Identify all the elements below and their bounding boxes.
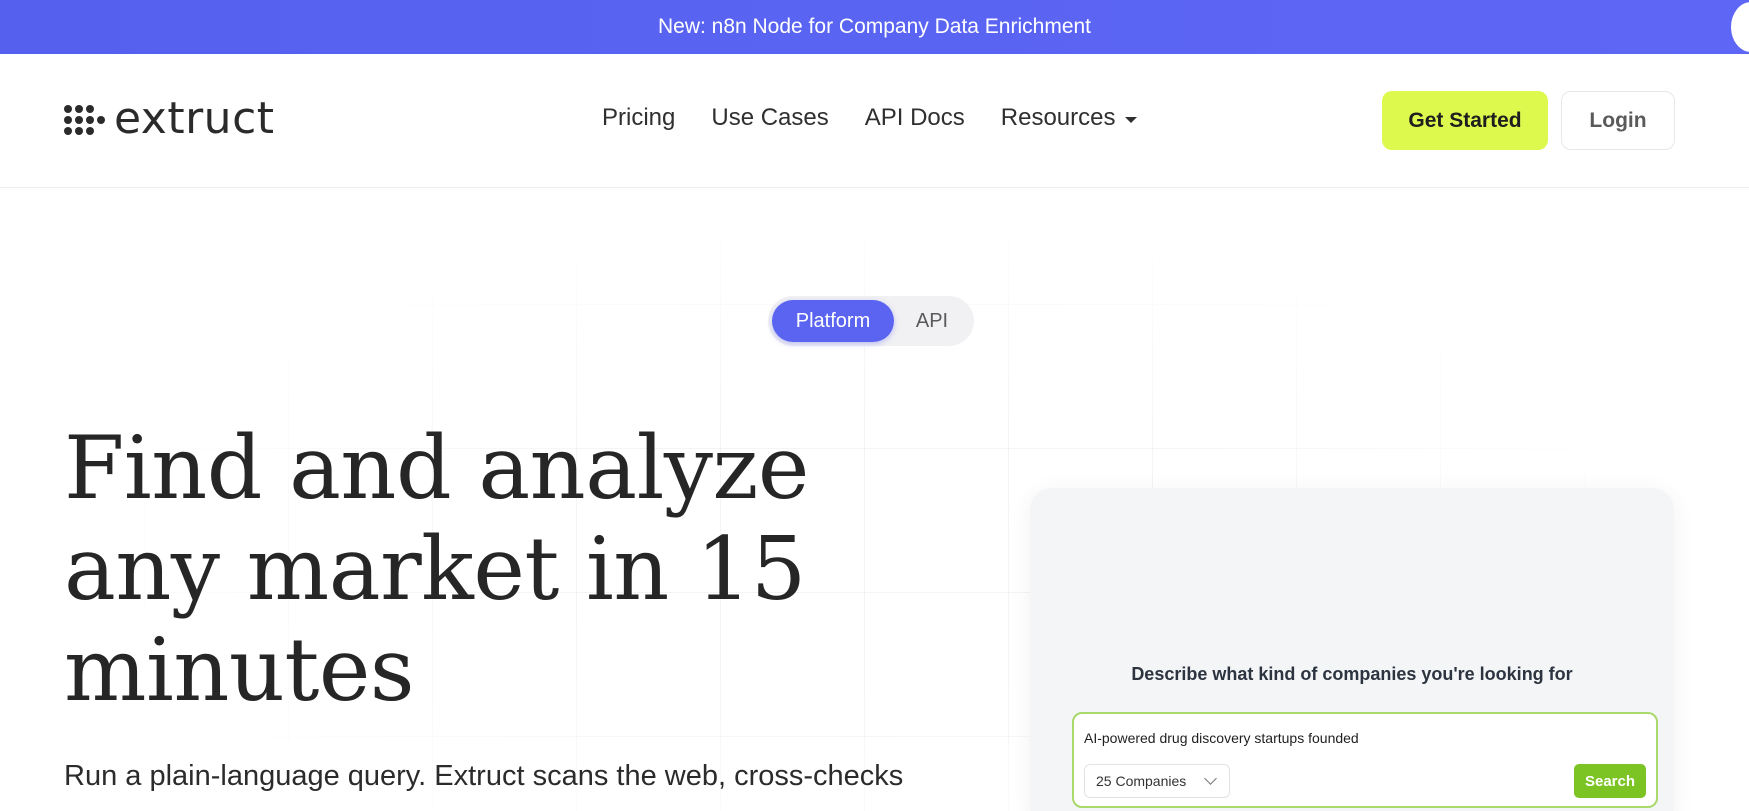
hero-headline: Find and analyze any market in 15 minute…	[64, 418, 884, 721]
toggle-api[interactable]: API	[894, 300, 970, 342]
main-nav: Pricing Use Cases API Docs Resources	[602, 104, 1138, 132]
company-count-value: 25 Companies	[1096, 773, 1187, 789]
hero-headline-line-1: Find and analyze	[64, 417, 809, 519]
nav-use-cases-label: Use Cases	[711, 104, 829, 131]
search-box: 25 Companies Search	[1072, 712, 1658, 808]
search-demo-card: Describe what kind of companies you're l…	[1030, 488, 1674, 811]
company-query-input[interactable]	[1084, 726, 1644, 750]
nav-resources[interactable]: Resources	[1001, 104, 1138, 132]
nav-use-cases[interactable]: Use Cases	[711, 104, 828, 132]
hero-subtext: Run a plain-language query. Extruct scan…	[64, 760, 904, 792]
hero-headline-line-2: any market in 15	[64, 518, 806, 620]
site-header: extruct Pricing Use Cases API Docs Resou…	[0, 54, 1749, 188]
announcement-text[interactable]: New: n8n Node for Company Data Enrichmen…	[658, 15, 1091, 39]
dots-logo-icon	[64, 99, 108, 139]
logo[interactable]: extruct	[64, 94, 275, 144]
company-count-select[interactable]: 25 Companies	[1084, 764, 1230, 798]
logo-text: extruct	[114, 93, 275, 144]
login-button[interactable]: Login	[1561, 91, 1675, 150]
chevron-down-icon	[1204, 772, 1217, 785]
search-button[interactable]: Search	[1574, 764, 1646, 798]
toggle-platform[interactable]: Platform	[772, 300, 894, 342]
caret-down-icon	[1125, 116, 1138, 123]
nav-api-docs-label: API Docs	[864, 104, 965, 131]
get-started-button[interactable]: Get Started	[1382, 91, 1548, 150]
announcement-bar[interactable]: New: n8n Node for Company Data Enrichmen…	[0, 0, 1749, 54]
nav-api-docs[interactable]: API Docs	[865, 104, 965, 132]
platform-api-toggle: Platform API	[768, 296, 974, 346]
card-prompt: Describe what kind of companies you're l…	[1131, 664, 1573, 684]
nav-pricing[interactable]: Pricing	[602, 104, 675, 132]
announcement-edge-decoration	[1731, 2, 1749, 52]
nav-resources-label: Resources	[1000, 104, 1116, 131]
hero-headline-line-3: minutes	[64, 619, 414, 721]
nav-pricing-label: Pricing	[602, 104, 676, 131]
